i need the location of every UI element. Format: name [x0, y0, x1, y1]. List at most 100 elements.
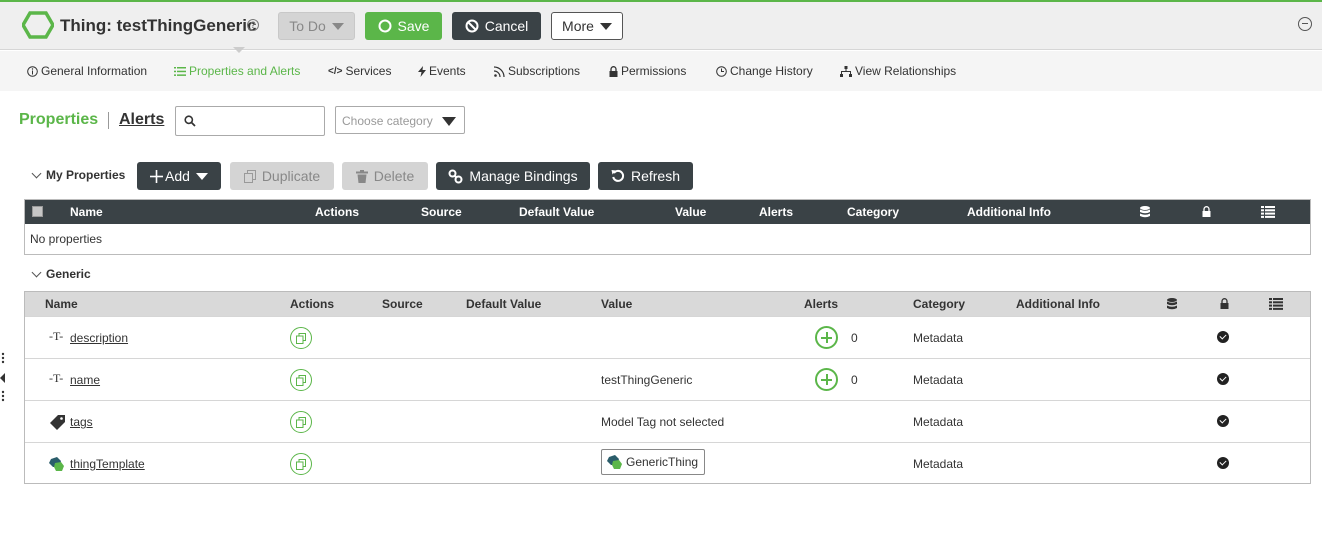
select-all-checkbox[interactable]	[32, 206, 43, 217]
help-icon[interactable]: ?	[247, 19, 259, 31]
duplicate-button[interactable]: Duplicate	[230, 162, 334, 190]
manage-bindings-label: Manage Bindings	[469, 168, 578, 184]
cancel-button[interactable]: Cancel	[452, 12, 541, 40]
column-header-source[interactable]: Source	[382, 297, 423, 311]
tag-icon	[50, 415, 65, 430]
check-circle-icon	[1217, 331, 1229, 343]
chevron-down-icon	[31, 267, 42, 277]
table-header: Name Actions Source Default Value Value …	[25, 292, 1310, 316]
property-name-link[interactable]: name	[70, 373, 100, 387]
copy-action-button[interactable]	[290, 453, 312, 475]
copy-icon	[243, 169, 256, 183]
subtab-divider	[108, 112, 109, 129]
tab-label: Permissions	[621, 64, 687, 78]
column-header-value[interactable]: Value	[601, 297, 632, 311]
category-placeholder: Choose category	[342, 114, 433, 128]
column-header-category[interactable]: Category	[847, 205, 899, 219]
drag-handle-icon	[0, 352, 5, 402]
column-header-value[interactable]: Value	[675, 205, 706, 219]
columns-list-icon[interactable]	[1269, 298, 1283, 310]
list-icon	[174, 66, 186, 76]
more-label: More	[562, 18, 594, 34]
property-name-link[interactable]: thingTemplate	[70, 457, 145, 471]
alerts-subtab[interactable]: Alerts	[119, 111, 164, 129]
thing-template-chip[interactable]: GenericThing	[601, 449, 706, 475]
search-icon	[184, 115, 196, 127]
generic-section-toggle[interactable]: Generic	[31, 267, 91, 281]
property-value: testThingGeneric	[601, 373, 693, 387]
circle-icon	[378, 19, 392, 33]
caret-down-icon	[599, 22, 612, 30]
lightning-icon	[418, 65, 426, 77]
copy-action-button[interactable]	[290, 327, 312, 349]
save-button[interactable]: Save	[365, 12, 442, 40]
chevron-down-icon	[31, 168, 42, 178]
refresh-button[interactable]: Refresh	[598, 162, 693, 190]
thing-template-icon	[49, 457, 64, 471]
side-panel-handle[interactable]	[0, 352, 8, 404]
collapse-minus-icon[interactable]	[1298, 17, 1312, 31]
delete-label: Delete	[373, 168, 415, 184]
column-header-additional-info[interactable]: Additional Info	[1016, 297, 1100, 311]
copy-action-button[interactable]	[290, 411, 312, 433]
copy-icon	[296, 458, 306, 470]
tab-change-history[interactable]: Change History	[716, 64, 813, 78]
manage-bindings-button[interactable]: Manage Bindings	[436, 162, 590, 190]
columns-list-icon[interactable]	[1261, 206, 1275, 218]
tab-label: View Relationships	[855, 64, 957, 78]
property-name-link[interactable]: tags	[70, 415, 93, 429]
column-header-additional-info[interactable]: Additional Info	[967, 205, 1051, 219]
tab-properties-and-alerts[interactable]: Properties and Alerts	[174, 64, 300, 78]
state-label: To Do	[289, 18, 326, 34]
caret-down-icon	[442, 117, 456, 126]
property-value: Model Tag not selected	[601, 415, 725, 429]
add-alert-button[interactable]	[815, 326, 838, 349]
add-button[interactable]: Add	[137, 162, 221, 190]
more-dropdown-button[interactable]: More	[551, 12, 623, 40]
column-header-name[interactable]: Name	[70, 205, 103, 219]
search-input[interactable]	[200, 111, 318, 131]
state-dropdown-button[interactable]: To Do	[278, 12, 355, 40]
table-row[interactable]: -T- description 0 Metadata	[25, 316, 1310, 358]
copy-icon	[296, 416, 306, 428]
my-properties-toggle[interactable]: My Properties	[31, 168, 125, 182]
add-label: Add	[165, 168, 190, 184]
column-header-alerts[interactable]: Alerts	[759, 205, 793, 219]
database-icon	[1167, 298, 1177, 310]
check-circle-icon	[1217, 415, 1229, 427]
tab-view-relationships[interactable]: View Relationships	[840, 64, 956, 78]
column-header-source[interactable]: Source	[421, 205, 462, 219]
tab-label: Subscriptions	[508, 64, 581, 78]
caret-down-icon	[331, 22, 344, 30]
table-row[interactable]: tags Model Tag not selected Metadata	[25, 400, 1310, 442]
rss-icon	[494, 65, 505, 77]
table-row[interactable]: -T- name testThingGeneric 0 Metadata	[25, 358, 1310, 400]
add-alert-button[interactable]	[815, 368, 838, 391]
column-header-name[interactable]: Name	[45, 297, 78, 311]
delete-button[interactable]: Delete	[342, 162, 428, 190]
text-type-icon: -T-	[49, 329, 64, 343]
table-header: Name Actions Source Default Value Value …	[25, 200, 1310, 224]
my-properties-table: Name Actions Source Default Value Value …	[24, 199, 1311, 255]
column-header-category[interactable]: Category	[913, 297, 965, 311]
property-category: Metadata	[913, 373, 964, 387]
column-header-default-value[interactable]: Default Value	[519, 205, 594, 219]
plus-icon	[150, 169, 164, 183]
table-row[interactable]: thingTemplate GenericThing Metadata	[25, 442, 1310, 484]
tab-general-information[interactable]: General Information	[27, 64, 147, 78]
tab-services[interactable]: </> Services	[328, 64, 391, 78]
copy-icon	[296, 332, 306, 344]
column-header-alerts[interactable]: Alerts	[804, 297, 838, 311]
tab-events[interactable]: Events	[418, 64, 466, 78]
header-bar: Thing: testThingGeneric ? To Do Save Can…	[0, 2, 1322, 50]
tab-label: Change History	[730, 64, 813, 78]
property-name-link[interactable]: description	[70, 331, 128, 345]
copy-action-button[interactable]	[290, 369, 312, 391]
properties-subtab[interactable]: Properties	[19, 111, 98, 129]
tab-permissions[interactable]: Permissions	[609, 64, 686, 78]
column-header-default-value[interactable]: Default Value	[466, 297, 541, 311]
code-icon: </>	[328, 65, 343, 77]
category-dropdown[interactable]: Choose category	[335, 106, 465, 134]
tab-subscriptions[interactable]: Subscriptions	[494, 64, 580, 78]
clock-icon	[716, 65, 727, 77]
